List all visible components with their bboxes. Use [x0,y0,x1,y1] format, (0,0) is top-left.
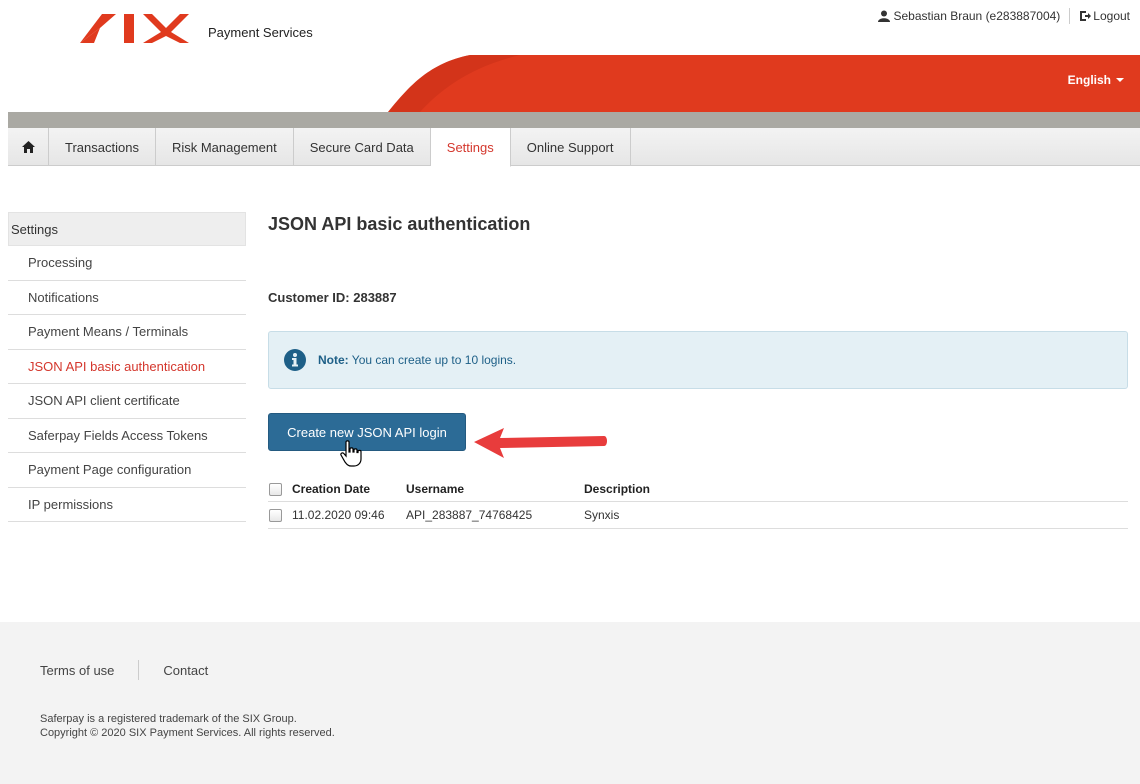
hand-cursor-icon [340,440,362,467]
cell-description: Synxis [584,508,620,522]
sidebar: Settings Processing Notifications Paymen… [8,212,246,522]
sidebar-item-ip-permissions[interactable]: IP permissions [8,488,246,522]
footer: Terms of use Contact Saferpay is a regis… [0,622,1140,784]
footer-legal: Saferpay is a registered trademark of th… [40,712,335,740]
language-selector[interactable]: English [1068,73,1124,87]
main-nav: Transactions Risk Management Secure Card… [8,128,1140,167]
footer-trademark: Saferpay is a registered trademark of th… [40,713,297,725]
row-checkbox[interactable] [269,508,282,522]
terms-of-use-link[interactable]: Terms of use [40,663,114,678]
user-bar: Sebastian Braun (e283887004) Logout [877,8,1130,24]
create-json-api-login-button[interactable]: Create new JSON API login [268,413,466,451]
sidebar-header: Settings [8,212,246,246]
header-red-band [388,55,1140,112]
sidebar-item-json-api-client-cert[interactable]: JSON API client certificate [8,384,246,419]
select-all-checkbox[interactable] [269,482,282,496]
tab-risk-management[interactable]: Risk Management [156,128,294,166]
tab-online-support[interactable]: Online Support [511,128,631,166]
sidebar-item-payment-page-config[interactable]: Payment Page configuration [8,453,246,488]
red-arrow-annotation [474,428,607,458]
note-label: Note: [318,353,349,367]
header-gray-band [8,112,1140,128]
table-row[interactable]: 11.02.2020 09:46 API_283887_74768425 Syn… [268,502,1128,529]
logout-link[interactable]: Logout [1093,9,1130,23]
info-note: Note: You can create up to 10 logins. [268,331,1128,389]
col-creation-date[interactable]: Creation Date [292,482,406,496]
page-title: JSON API basic authentication [268,214,531,234]
logins-table: Creation Date Username Description 11.02… [268,477,1128,529]
user-icon [877,10,890,22]
col-description[interactable]: Description [584,482,650,496]
cell-username: API_283887_74768425 [406,508,533,522]
col-username[interactable]: Username [406,482,584,496]
tab-transactions[interactable]: Transactions [49,128,156,166]
sidebar-item-payment-means[interactable]: Payment Means / Terminals [8,315,246,350]
contact-link[interactable]: Contact [163,663,208,678]
logout-icon[interactable] [1079,10,1092,22]
sidebar-item-json-api-basic-auth[interactable]: JSON API basic authentication [8,350,246,384]
sidebar-item-processing[interactable]: Processing [8,246,246,281]
user-separator [1069,8,1071,24]
footer-links: Terms of use Contact [40,660,208,680]
sidebar-item-saferpay-fields-tokens[interactable]: Saferpay Fields Access Tokens [8,419,246,453]
table-header-row: Creation Date Username Description [268,477,1128,502]
tab-settings[interactable]: Settings [430,128,511,167]
note-message: You can create up to 10 logins. [348,353,517,367]
language-label: English [1067,73,1111,87]
note-text: Note: You can create up to 10 logins. [318,353,516,367]
caret-down-icon [1116,78,1124,82]
home-icon [21,141,35,153]
tab-secure-card-data[interactable]: Secure Card Data [294,128,431,166]
brand-subtitle: Payment Services [208,25,313,40]
customer-id: Customer ID: 283887 [268,290,397,305]
cell-creation-date: 11.02.2020 09:46 [292,508,385,522]
tab-home[interactable] [8,128,49,166]
header: Payment Services Sebastian Braun (e28388… [0,0,1140,112]
six-logo[interactable] [80,10,195,46]
sidebar-item-notifications[interactable]: Notifications [8,281,246,315]
footer-copyright: Copyright © 2020 SIX Payment Services. A… [40,727,335,739]
footer-separator [138,660,140,680]
user-name[interactable]: Sebastian Braun (e283887004) [894,9,1061,23]
info-icon [284,349,306,371]
